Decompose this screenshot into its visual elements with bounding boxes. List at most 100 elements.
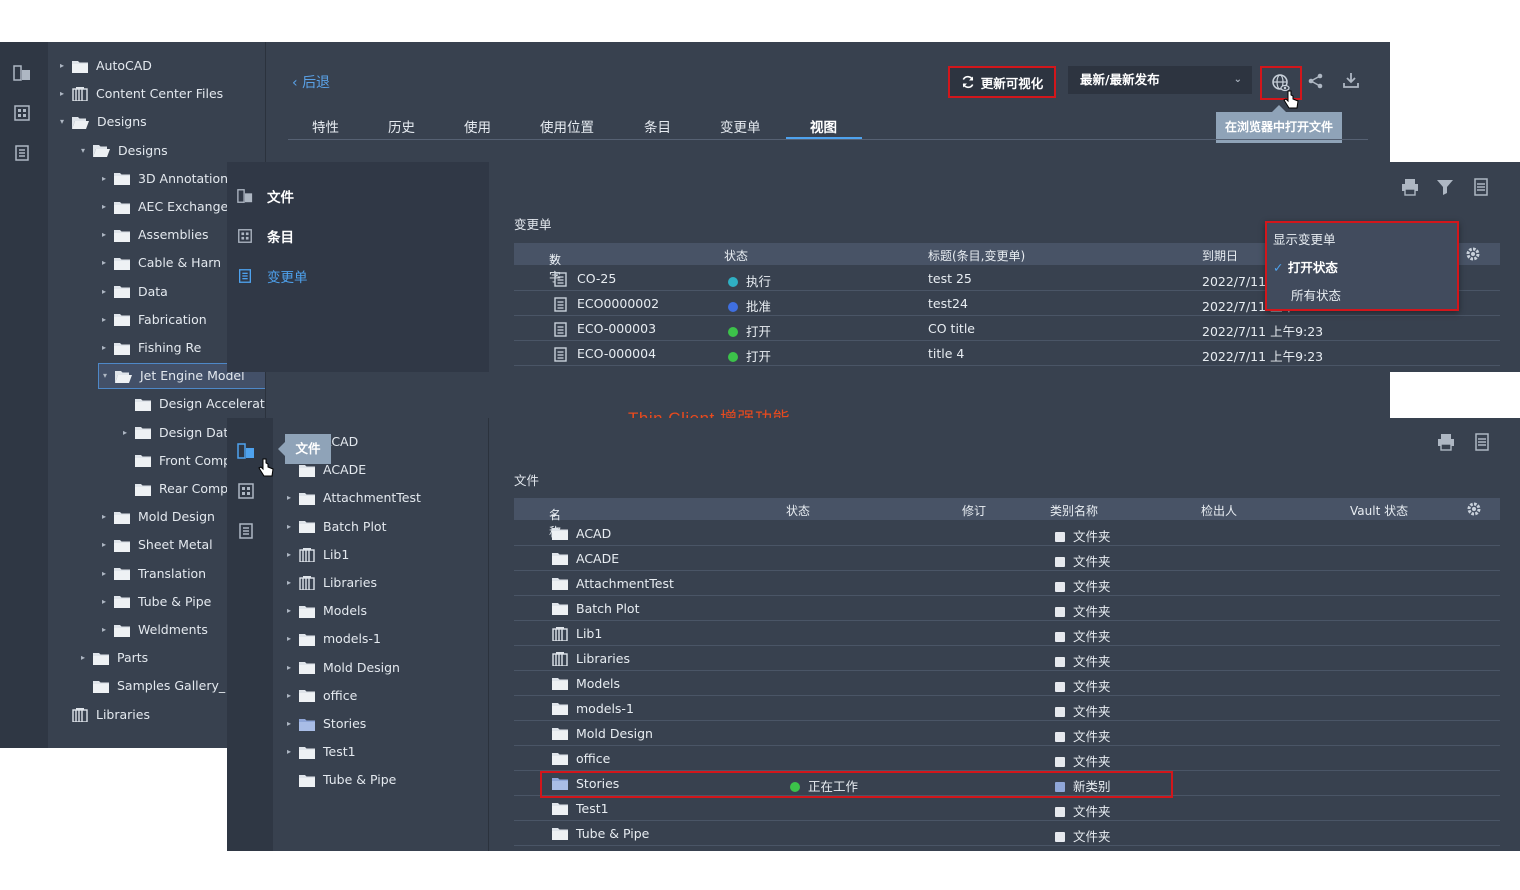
table-row[interactable]: ACAD 文件夹 bbox=[514, 521, 1500, 546]
tree-item[interactable]: ▸ AutoCAD bbox=[56, 53, 152, 79]
tree-item[interactable]: Design Accelerato bbox=[119, 391, 265, 417]
col-checked-out-by[interactable]: 检出人 bbox=[1201, 502, 1237, 519]
tree-item[interactable]: ▸ models-1 bbox=[283, 626, 381, 652]
table-row[interactable]: Batch Plot 文件夹 bbox=[514, 596, 1500, 621]
table-row[interactable]: models-1 文件夹 bbox=[514, 696, 1500, 721]
tree-item[interactable]: ▸ Fishing Re bbox=[98, 335, 201, 361]
caret-icon[interactable]: ▸ bbox=[283, 655, 295, 681]
caret-icon[interactable]: ▸ bbox=[56, 81, 68, 107]
table-row[interactable]: Models 文件夹 bbox=[514, 671, 1500, 696]
caret-icon[interactable]: ▸ bbox=[98, 307, 110, 333]
tree-item[interactable]: ▸ Data bbox=[98, 279, 168, 305]
tree-item[interactable]: ▸ Tube & Pipe bbox=[98, 589, 211, 615]
tree-item[interactable]: Libraries bbox=[56, 702, 150, 728]
tree-item[interactable]: ▸ Assemblies bbox=[98, 222, 209, 248]
table-row[interactable]: ECO-000003 打开 CO title 2022/7/11 上午9:23 bbox=[514, 316, 1500, 341]
caret-icon[interactable]: ▸ bbox=[98, 504, 110, 530]
tree-item[interactable]: ▸ AttachmentTest bbox=[283, 485, 421, 511]
tree-item[interactable]: ▸ Translation bbox=[98, 561, 206, 587]
tree-item[interactable]: ▸ Sheet Metal bbox=[98, 532, 213, 558]
tree-item[interactable]: ▾ Designs bbox=[56, 109, 147, 135]
change-order-icon[interactable] bbox=[13, 144, 31, 162]
caret-icon[interactable]: ▸ bbox=[283, 570, 295, 596]
gear-icon[interactable] bbox=[1465, 246, 1481, 262]
tree-item[interactable]: ▸ Libraries bbox=[283, 570, 377, 596]
caret-icon[interactable]: ▸ bbox=[98, 335, 110, 361]
caret-icon[interactable]: ▸ bbox=[98, 561, 110, 587]
caret-icon[interactable]: ▸ bbox=[283, 514, 295, 540]
view-items[interactable]: 条目 bbox=[237, 226, 294, 246]
caret-icon[interactable]: ▸ bbox=[283, 626, 295, 652]
view-files[interactable]: 文件 bbox=[237, 186, 294, 206]
tree-item[interactable]: Front Comp bbox=[119, 448, 231, 474]
files-icon[interactable] bbox=[13, 64, 31, 82]
column-settings-icon[interactable] bbox=[1474, 178, 1488, 196]
print-icon[interactable] bbox=[1401, 178, 1419, 196]
back-link[interactable]: ‹ 后退 bbox=[292, 72, 330, 92]
caret-icon[interactable]: ▸ bbox=[119, 420, 131, 446]
tree-item[interactable]: ▸ Batch Plot bbox=[283, 514, 386, 540]
share-icon[interactable] bbox=[1307, 72, 1325, 90]
col-due[interactable]: 到期日 bbox=[1202, 247, 1238, 264]
caret-icon[interactable]: ▸ bbox=[283, 485, 295, 511]
download-icon[interactable] bbox=[1342, 71, 1360, 89]
col-vault-status[interactable]: Vault 状态 bbox=[1350, 502, 1408, 519]
tab-2[interactable]: 使用 bbox=[464, 116, 491, 136]
table-row[interactable]: Libraries 文件夹 bbox=[514, 646, 1500, 671]
col-revision[interactable]: 修订 bbox=[962, 502, 986, 519]
tree-item[interactable]: ▾ Designs bbox=[77, 138, 168, 164]
tree-item[interactable]: ▸ office bbox=[283, 683, 357, 709]
table-row[interactable]: ACADE 文件夹 bbox=[514, 546, 1500, 571]
col-state[interactable]: 状态 bbox=[786, 502, 810, 519]
tab-3[interactable]: 使用位置 bbox=[540, 116, 594, 136]
caret-icon[interactable]: ▸ bbox=[98, 589, 110, 615]
tree-item[interactable]: ▸ Stories bbox=[283, 711, 366, 737]
tree-item[interactable]: ▸ Content Center Files bbox=[56, 81, 223, 107]
items-icon[interactable] bbox=[13, 104, 31, 122]
caret-icon[interactable]: ▸ bbox=[98, 166, 110, 192]
gear-icon[interactable] bbox=[1466, 501, 1482, 517]
filter-option-all[interactable]: 所有状态 bbox=[1291, 285, 1341, 304]
caret-icon[interactable]: ▸ bbox=[283, 683, 295, 709]
caret-icon[interactable]: ▸ bbox=[98, 617, 110, 643]
items-icon[interactable] bbox=[237, 482, 255, 500]
tab-6[interactable]: 视图 bbox=[810, 116, 837, 136]
files-icon[interactable] bbox=[237, 442, 255, 460]
print-icon[interactable] bbox=[1437, 433, 1455, 451]
caret-icon[interactable]: ▾ bbox=[77, 138, 89, 164]
table-row[interactable]: AttachmentTest 文件夹 bbox=[514, 571, 1500, 596]
tree-item[interactable]: ▸ Cable & Harn bbox=[98, 250, 221, 276]
col-title[interactable]: 标题(条目,变更单) bbox=[928, 247, 1025, 264]
caret-icon[interactable]: ▾ bbox=[99, 363, 111, 389]
col-status[interactable]: 状态 bbox=[724, 247, 748, 264]
tab-0[interactable]: 特性 bbox=[312, 116, 339, 136]
tree-item[interactable]: ▸ Design Dat bbox=[119, 420, 228, 446]
caret-icon[interactable]: ▸ bbox=[283, 711, 295, 737]
filter-option-open[interactable]: ✓ 打开状态 bbox=[1273, 257, 1338, 276]
tree-item[interactable]: ▸ Weldments bbox=[98, 617, 208, 643]
caret-icon[interactable]: ▸ bbox=[98, 194, 110, 220]
change-order-icon[interactable] bbox=[237, 522, 255, 540]
tab-5[interactable]: 变更单 bbox=[720, 116, 761, 136]
col-category[interactable]: 类别名称 bbox=[1050, 502, 1098, 519]
tree-item[interactable]: ▸ AEC Exchange bbox=[98, 194, 228, 220]
caret-icon[interactable]: ▸ bbox=[98, 222, 110, 248]
tree-item[interactable]: ▸ 3D Annotation bbox=[98, 166, 228, 192]
table-row[interactable]: Tube & Pipe 文件夹 bbox=[514, 821, 1500, 846]
caret-icon[interactable]: ▸ bbox=[98, 279, 110, 305]
table-row[interactable]: ECO-000004 打开 title 4 2022/7/11 上午9:23 bbox=[514, 341, 1500, 366]
tree-item[interactable]: ▸ Fabrication bbox=[98, 307, 207, 333]
caret-icon[interactable]: ▸ bbox=[283, 739, 295, 765]
tree-item[interactable]: ▸ Models bbox=[283, 598, 367, 624]
tree-item[interactable]: Tube & Pipe bbox=[283, 767, 396, 793]
column-settings-icon[interactable] bbox=[1475, 433, 1489, 451]
table-row[interactable]: Mold Design 文件夹 bbox=[514, 721, 1500, 746]
filter-icon[interactable] bbox=[1436, 179, 1454, 195]
update-visualization-button[interactable]: 更新可视化 bbox=[948, 66, 1056, 98]
caret-icon[interactable]: ▸ bbox=[283, 542, 295, 568]
caret-icon[interactable]: ▸ bbox=[98, 250, 110, 276]
tree-item[interactable]: Samples Gallery_ bbox=[77, 673, 225, 699]
caret-icon[interactable]: ▸ bbox=[98, 532, 110, 558]
tree-item[interactable]: ▸ Lib1 bbox=[283, 542, 349, 568]
caret-icon[interactable]: ▸ bbox=[283, 598, 295, 624]
